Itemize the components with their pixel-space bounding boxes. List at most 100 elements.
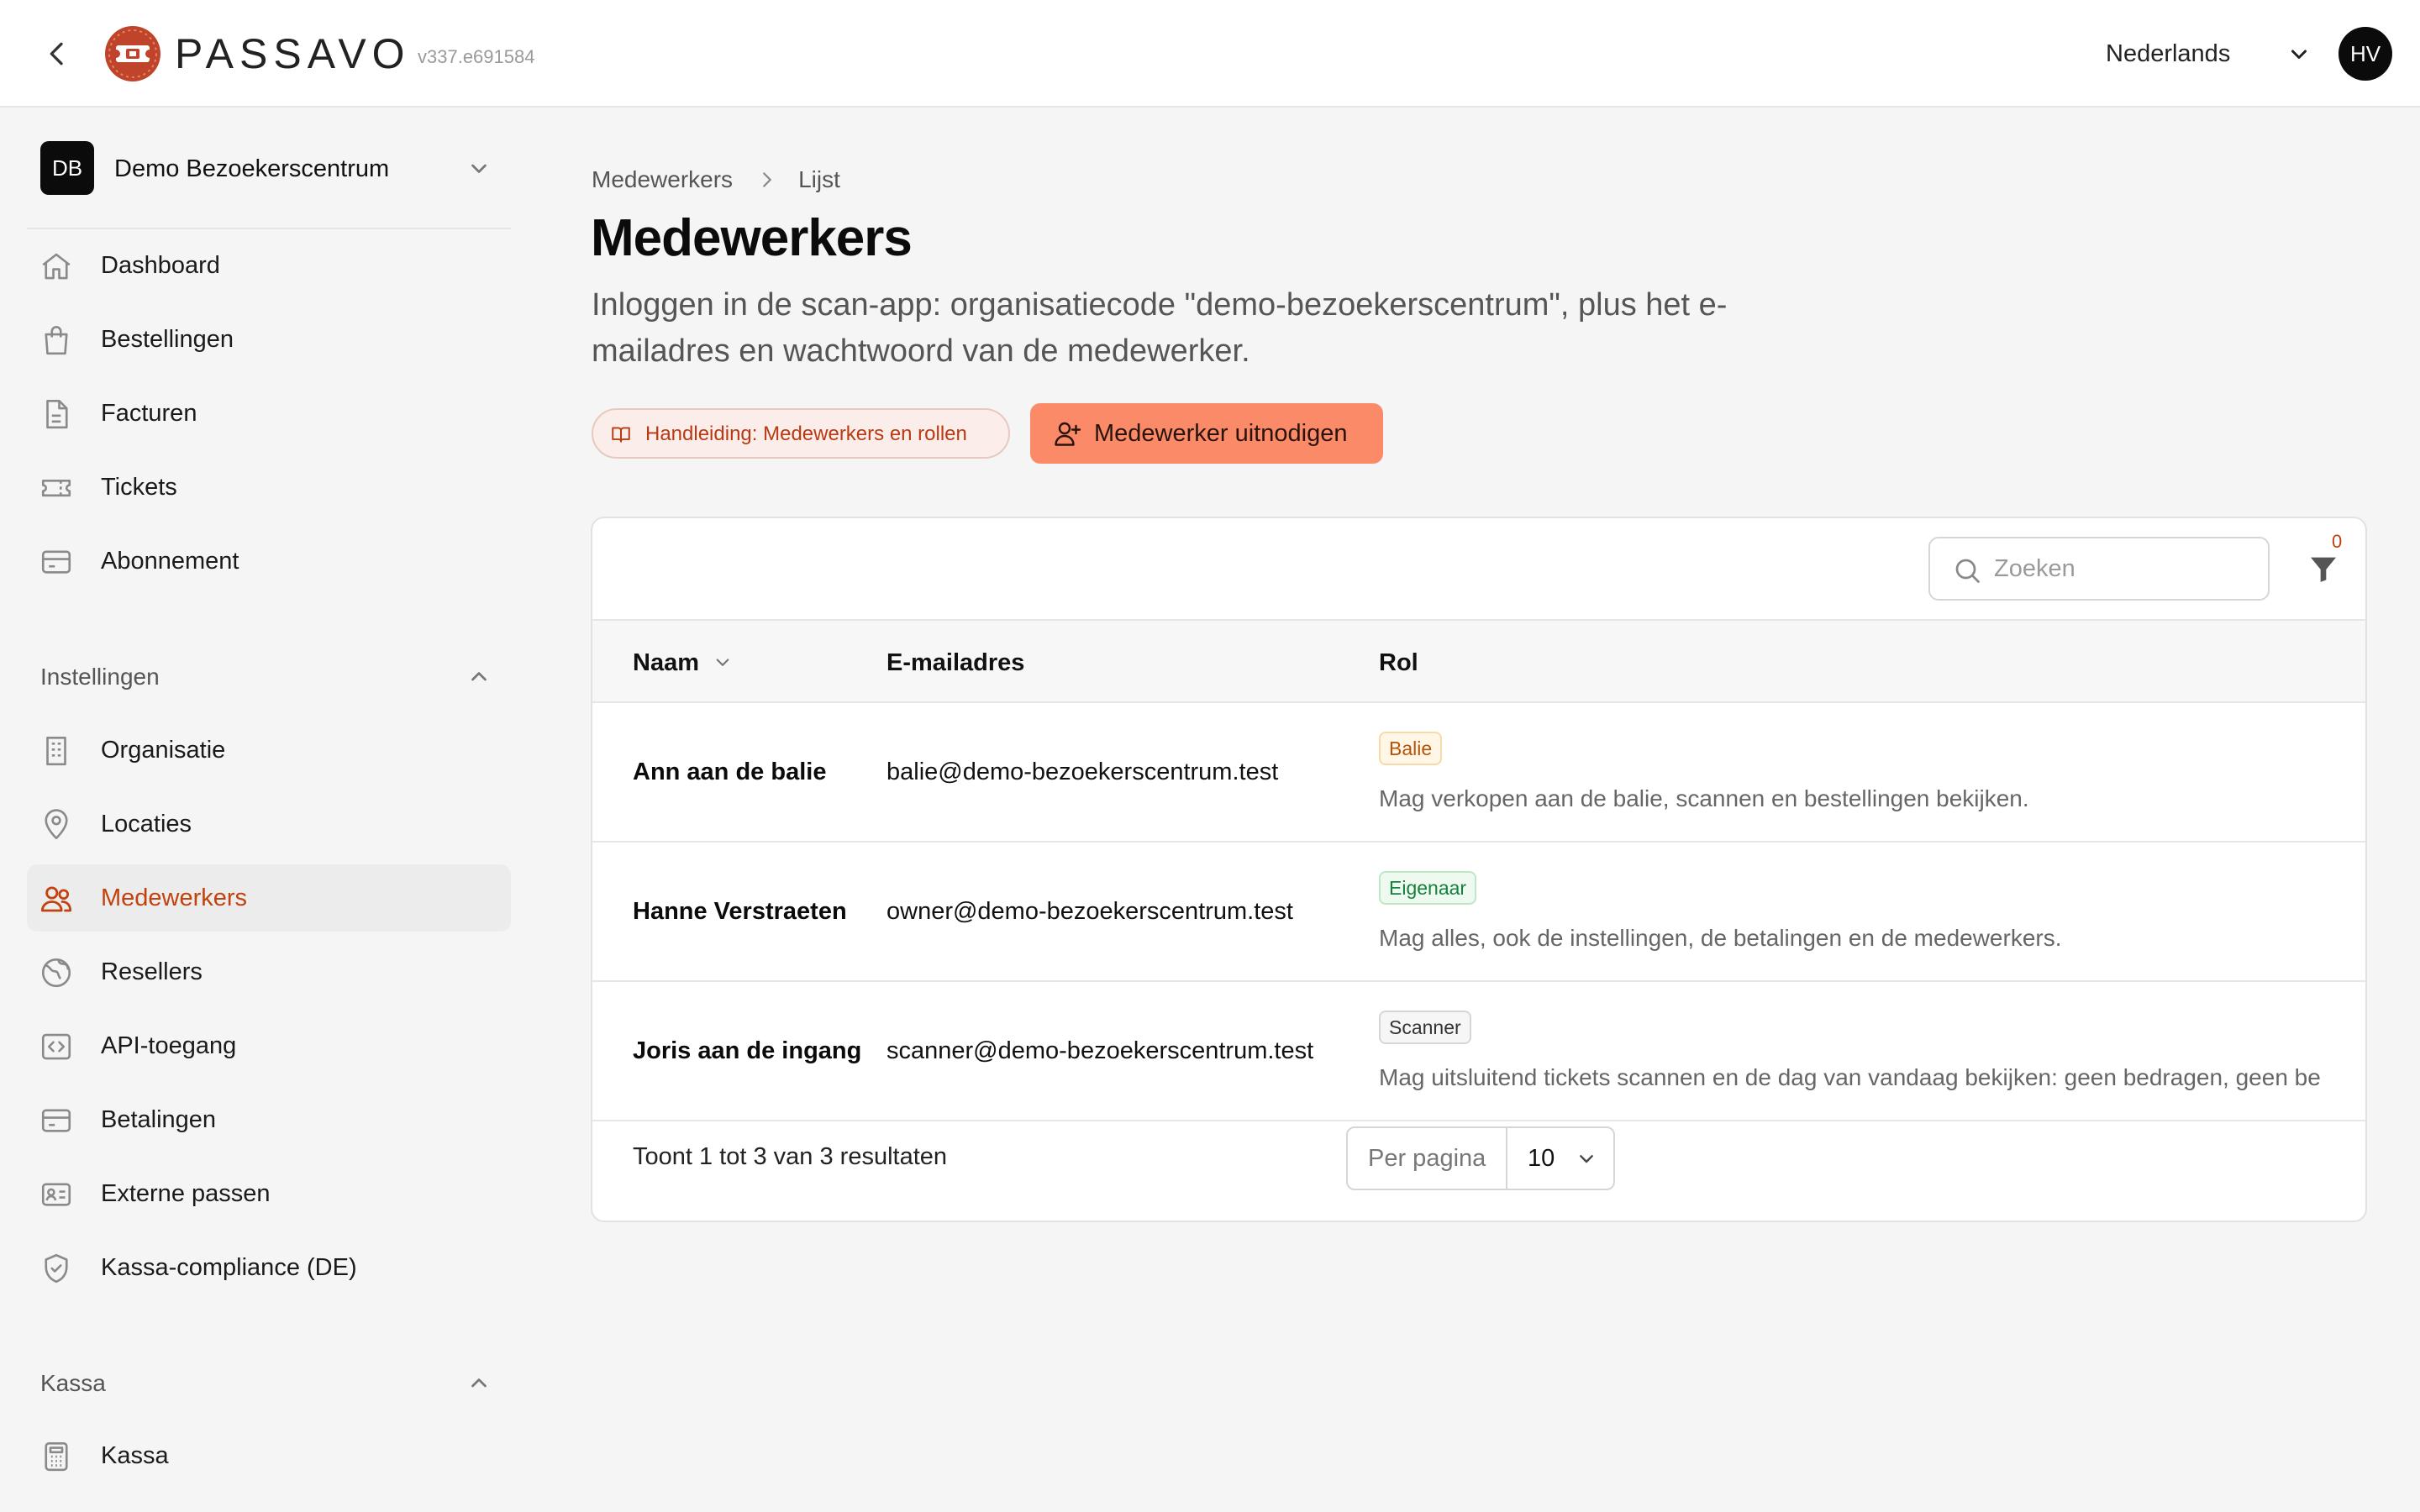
sidebar-item-facturen[interactable]: Facturen — [27, 380, 511, 447]
document-icon — [46, 399, 68, 429]
sidebar-item-label: Betalingen — [101, 1106, 217, 1133]
chevron-down-icon — [1580, 1155, 1593, 1163]
breadcrumb-item-lijst: Lijst — [798, 166, 840, 192]
top-bar: PASSAVO v337.e691584 Nederlands HV — [0, 0, 2420, 108]
role-badge: Balie — [1379, 732, 1443, 765]
sidebar-item-label: Locaties — [101, 811, 192, 837]
sidebar-item-kassa-compliance[interactable]: Kassa-compliance (DE) — [27, 1234, 511, 1301]
employee-email: balie@demo-bezoekerscentrum.test — [886, 759, 1279, 785]
filter-button[interactable] — [2307, 550, 2340, 587]
sidebar-item-resellers[interactable]: Resellers — [27, 938, 511, 1005]
sidebar-item-organisatie[interactable]: Organisatie — [27, 717, 511, 784]
sidebar-item-medewerkers[interactable]: Medewerkers — [27, 864, 511, 932]
sidebar-item-locaties[interactable]: Locaties — [27, 790, 511, 858]
brand-name: PASSAVO — [175, 30, 411, 77]
sidebar-item-label: Organisatie — [101, 737, 226, 764]
sidebar-item-label: Medewerkers — [101, 885, 248, 911]
org-name: Demo Bezoekerscentrum — [114, 155, 390, 182]
users-icon — [40, 886, 72, 912]
code-icon — [41, 1033, 71, 1060]
sidebar-item-bestellingen[interactable]: Bestellingen — [27, 306, 511, 373]
page-title: Medewerkers — [591, 209, 913, 267]
sort-chevron-down-icon[interactable] — [710, 649, 735, 675]
id-card-icon — [41, 1183, 71, 1206]
sidebar-item-label: API-toegang — [101, 1032, 237, 1059]
sidebar-item-label: Externe passen — [101, 1180, 271, 1207]
column-header-role: Rol — [1379, 649, 1418, 676]
table-header: Naam E-mailadres Rol — [592, 619, 2365, 703]
table-row[interactable]: Joris aan de ingang scanner@demo-bezoeke… — [592, 982, 2365, 1121]
credit-card-icon — [41, 550, 71, 574]
org-badge: DB — [40, 141, 94, 195]
role-description: Mag alles, ook de instellingen, de betal… — [1379, 925, 2062, 951]
language-dropdown-button[interactable] — [2284, 39, 2314, 69]
breadcrumb-item-medewerkers[interactable]: Medewerkers — [592, 165, 733, 195]
employee-email: owner@demo-bezoekerscentrum.test — [886, 898, 1293, 925]
manual-link-button[interactable]: Handleiding: Medewerkers en rollen — [592, 408, 1010, 459]
per-page-control: Per pagina 10 — [1346, 1126, 1615, 1190]
chevron-down-icon — [2291, 50, 2307, 59]
column-header-email: E-mailadres — [886, 649, 1025, 676]
sidebar-item-tickets[interactable]: Tickets — [27, 454, 511, 521]
calculator-icon — [45, 1441, 68, 1472]
book-open-icon — [612, 427, 630, 443]
app-version: v337.e691584 — [418, 46, 535, 67]
table-row[interactable]: Ann aan de balie balie@demo-bezoekerscen… — [592, 703, 2365, 843]
brand-logo-icon — [104, 25, 161, 82]
sidebar-item-label: Resellers — [101, 958, 203, 985]
employee-email: scanner@demo-bezoekerscentrum.test — [886, 1037, 1314, 1064]
ticket-icon — [41, 479, 71, 497]
breadcrumb: Medewerkers Lijst — [592, 165, 840, 195]
sidebar-item-label: Abonnement — [101, 548, 239, 575]
map-pin-icon — [45, 809, 68, 840]
sidebar-item-abonnement[interactable]: Abonnement — [27, 528, 511, 595]
home-icon — [42, 253, 71, 280]
role-description: Mag verkopen aan de balie, scannen en be… — [1379, 785, 2029, 811]
employee-name: Hanne Verstraeten — [633, 898, 847, 925]
employee-name: Joris aan de ingang — [633, 1037, 862, 1064]
sidebar-item-label: Kassa-compliance (DE) — [101, 1254, 357, 1281]
role-badge: Scanner — [1379, 1011, 1471, 1044]
filter-count-badge: 0 — [2332, 531, 2343, 552]
language-select[interactable]: Nederlands — [2106, 39, 2230, 69]
sidebar-item-dashboard[interactable]: Dashboard — [27, 232, 511, 299]
section-label: Kassa — [40, 1370, 106, 1396]
search-field[interactable] — [1928, 537, 2270, 601]
section-toggle-instellingen[interactable]: Instellingen — [27, 655, 511, 697]
per-page-value: 10 — [1528, 1145, 1555, 1172]
organization-switcher[interactable]: DB Demo Bezoekerscentrum — [27, 139, 514, 198]
globe-icon — [41, 958, 71, 988]
sidebar-item-label: Tickets — [101, 474, 177, 501]
employee-name: Ann aan de balie — [633, 759, 827, 785]
sidebar-item-label: Dashboard — [101, 252, 220, 279]
sidebar-item-kassa[interactable]: Kassa — [27, 1422, 511, 1489]
table-row[interactable]: Hanne Verstraeten owner@demo-bezoekersce… — [592, 843, 2365, 982]
credit-card-icon — [41, 1109, 71, 1132]
per-page-select[interactable]: 10 — [1507, 1128, 1613, 1189]
user-plus-icon — [1055, 422, 1081, 446]
section-label: Instellingen — [40, 664, 160, 690]
section-toggle-kassa[interactable]: Kassa — [27, 1362, 511, 1404]
chevron-right-icon — [763, 172, 771, 187]
page-description: Inloggen in de scan-app: organisatiecode… — [592, 287, 1728, 369]
column-header-name[interactable]: Naam — [633, 648, 699, 678]
filter-icon — [2311, 557, 2336, 582]
sidebar-item-label: Kassa — [101, 1442, 169, 1469]
sidebar-item-api-toegang[interactable]: API-toegang — [27, 1012, 511, 1079]
back-button[interactable] — [40, 37, 74, 71]
search-input[interactable] — [1994, 552, 2246, 585]
user-avatar[interactable]: HV — [2338, 27, 2392, 81]
sidebar-item-label: Bestellingen — [101, 326, 234, 353]
sidebar-item-betalingen[interactable]: Betalingen — [27, 1086, 511, 1153]
employees-table-card: 0 Naam E-mailadres Rol Ann aan de balie … — [591, 517, 2367, 1222]
chevron-down-icon — [471, 164, 487, 173]
shield-check-icon — [45, 1253, 68, 1284]
invite-employee-label: Medewerker uitnodigen — [1094, 420, 1348, 447]
building-icon — [46, 736, 66, 766]
invite-employee-button[interactable]: Medewerker uitnodigen — [1030, 403, 1383, 464]
sidebar-item-label: Facturen — [101, 400, 197, 427]
sidebar-item-externe-passen[interactable]: Externe passen — [27, 1160, 511, 1227]
shopping-bag-icon — [45, 326, 68, 355]
role-description: Mag uitsluitend tickets scannen en de da… — [1379, 1064, 2321, 1090]
role-badge: Eigenaar — [1379, 871, 1477, 905]
